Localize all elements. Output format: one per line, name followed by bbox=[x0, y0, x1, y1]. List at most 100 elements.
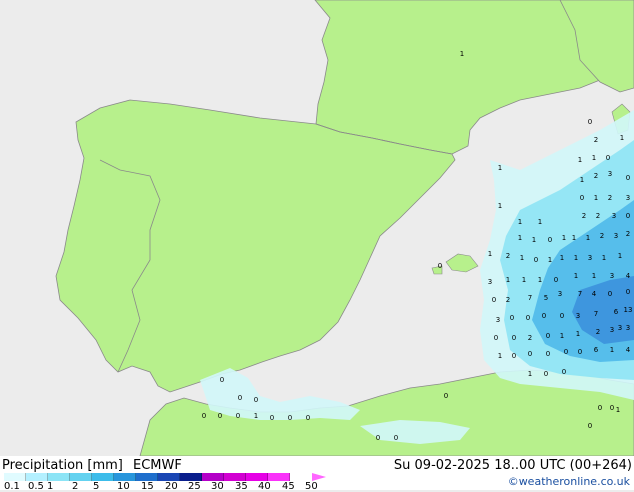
precip-value: 2 bbox=[596, 212, 600, 220]
precipitation-map: 01 02 11321 010 1 2 32 311 12 01 1 0 1 1 1 2 3 21 2 1 0 1 1 1 3 1… bbox=[0, 0, 634, 456]
product-label: Precipitation [mm] bbox=[2, 458, 123, 473]
precip-value: 0 bbox=[528, 350, 532, 358]
precip-value: 1 bbox=[488, 250, 492, 258]
precip-value: 1 bbox=[528, 370, 532, 378]
legend-tick: 30 bbox=[211, 481, 224, 492]
precip-value: 0 bbox=[554, 276, 558, 284]
precip-value: 0 bbox=[626, 174, 630, 182]
precip-value: 2 bbox=[594, 172, 598, 180]
precip-value: 1 bbox=[580, 176, 584, 184]
legend-swatch bbox=[180, 473, 202, 481]
precip-value: 7 bbox=[578, 290, 582, 298]
precip-value: 1 bbox=[538, 218, 542, 226]
legend-swatch bbox=[246, 473, 268, 481]
legend-tick: 15 bbox=[141, 481, 154, 492]
precip-value: 1 bbox=[574, 272, 578, 280]
legend-swatch bbox=[92, 473, 114, 481]
legend-swatch bbox=[48, 473, 70, 481]
precip-value: 0 bbox=[202, 412, 206, 420]
precip-value: 1 bbox=[620, 134, 624, 142]
precip-value: 0 bbox=[610, 404, 614, 412]
legend-tick: 0.5 bbox=[28, 481, 44, 492]
precip-value: 0 bbox=[494, 334, 498, 342]
precip-value: 1 bbox=[532, 236, 536, 244]
precip-value: 0 bbox=[238, 394, 242, 402]
precip-value: 3 bbox=[626, 324, 630, 332]
legend-tick: 25 bbox=[188, 481, 201, 492]
precip-value: 0 bbox=[512, 334, 516, 342]
precip-value: 1 bbox=[254, 412, 258, 420]
precip-value: 1 bbox=[592, 272, 596, 280]
precip-value: 0 bbox=[588, 422, 592, 430]
valid-datetime: Su 09-02-2025 18..00 UTC (00+264) bbox=[393, 458, 632, 473]
credit-text[interactable]: ©weatheronline.co.uk bbox=[508, 475, 630, 488]
precip-value: 1 bbox=[572, 234, 576, 242]
precip-value: 0 bbox=[438, 262, 442, 270]
precip-value: 1 bbox=[586, 234, 590, 242]
precip-value: 1 bbox=[506, 276, 510, 284]
precip-value: 4 bbox=[592, 290, 597, 298]
precip-value: 0 bbox=[288, 414, 292, 422]
precip-value: 0 bbox=[542, 312, 546, 320]
precip-value: 3 bbox=[608, 170, 612, 178]
precip-value: 0 bbox=[546, 350, 550, 358]
precip-value: 0 bbox=[218, 412, 222, 420]
legend-swatch bbox=[26, 473, 48, 481]
precip-value: 6 bbox=[614, 308, 619, 316]
precip-value: 1 bbox=[592, 154, 596, 162]
precip-value: 0 bbox=[588, 118, 592, 126]
precip-value: 1 bbox=[518, 234, 522, 242]
precip-value: 0 bbox=[492, 296, 496, 304]
precip-value: 1 bbox=[520, 254, 524, 262]
precip-value: 0 bbox=[270, 414, 274, 422]
legend-tick: 0.1 bbox=[4, 481, 20, 492]
precip-value: 3 bbox=[488, 278, 492, 286]
precip-value: 0 bbox=[562, 368, 566, 376]
precip-value: 2 bbox=[506, 252, 510, 260]
precip-value: 1 bbox=[578, 156, 582, 164]
precip-value: 2 bbox=[582, 212, 586, 220]
precip-value: 3 bbox=[610, 326, 614, 334]
precip-value: 0 bbox=[608, 290, 612, 298]
precip-value: 3 bbox=[618, 324, 622, 332]
model-label: ECMWF bbox=[133, 458, 182, 473]
precip-value: 13 bbox=[624, 306, 633, 314]
legend-swatch bbox=[224, 473, 246, 481]
precip-value: 0 bbox=[626, 288, 630, 296]
precip-value: 0 bbox=[560, 312, 564, 320]
precip-value: 0 bbox=[236, 412, 240, 420]
precip-value: 1 bbox=[562, 234, 566, 242]
precip-value: 3 bbox=[588, 254, 592, 262]
precip-value: 2 bbox=[600, 232, 604, 240]
precip-value: 3 bbox=[614, 232, 618, 240]
legend-tick: 20 bbox=[165, 481, 178, 492]
precip-value: 1 bbox=[594, 194, 598, 202]
legend-tick: 45 bbox=[282, 481, 295, 492]
precip-value: 7 bbox=[594, 310, 598, 318]
precip-value: 1 bbox=[498, 352, 502, 360]
precip-value: 1 bbox=[548, 256, 552, 264]
precip-value: 0 bbox=[394, 434, 398, 442]
precip-value: 3 bbox=[626, 194, 630, 202]
precip-value: 7 bbox=[528, 294, 532, 302]
legend-swatch bbox=[268, 473, 290, 481]
legend-tick: 5 bbox=[93, 481, 100, 492]
precip-value: 1 bbox=[560, 332, 564, 340]
precip-value: 3 bbox=[496, 316, 500, 324]
precip-value: 0 bbox=[376, 434, 380, 442]
precip-value: 0 bbox=[534, 256, 538, 264]
precip-value: 0 bbox=[578, 348, 582, 356]
precip-value: 1 bbox=[518, 218, 522, 226]
legend-swatch bbox=[158, 473, 180, 481]
legend-swatch bbox=[70, 473, 92, 481]
precip-value: 1 bbox=[610, 346, 614, 354]
legend-swatch bbox=[114, 473, 136, 481]
precip-value: 3 bbox=[612, 212, 616, 220]
precip-value: 0 bbox=[598, 404, 602, 412]
legend-swatch bbox=[4, 473, 26, 481]
precip-value: 3 bbox=[558, 290, 562, 298]
precip-value: 1 bbox=[574, 254, 578, 262]
precip-value: 2 bbox=[596, 328, 600, 336]
legend-arrow bbox=[312, 473, 326, 481]
precip-value: 0 bbox=[510, 314, 514, 322]
